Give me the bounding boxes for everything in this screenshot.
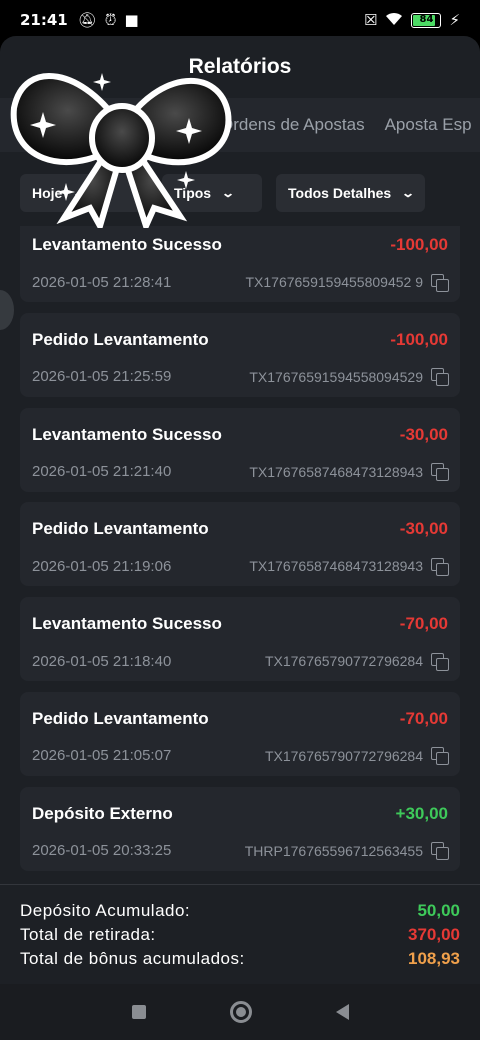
copy-icon[interactable] [431,463,449,482]
bow-sticker [10,72,232,228]
status-time: 21:41 [20,11,68,29]
video-camera-icon: ■ [124,10,139,29]
deposit-value: 50,00 [417,901,460,920]
recents-button[interactable] [131,1005,146,1019]
copy-icon[interactable] [431,747,449,766]
transaction-amount: +30,00 [395,803,448,823]
charging-icon: ⚡︎ [449,10,460,29]
transaction-amount: -100,00 [390,329,448,349]
deposit-label: Depósito Acumulado: [20,901,191,920]
bonus-value: 108,93 [408,949,460,968]
transaction-time: 2026-01-05 21:18:40 [32,652,172,670]
transaction-id: TX17676587468473128943 [249,558,423,575]
transaction-type: Pedido Levantamento [32,708,209,728]
summary-panel: Depósito Acumulado: 50,00 Total de retir… [0,884,480,984]
copy-icon[interactable] [431,273,449,292]
transaction-row-top: Pedido Levantamento -100,00 [32,327,448,353]
transaction-row-bottom: 2026-01-05 21:25:59 TX1767659159455809452… [32,367,449,387]
summary-row-withdraw: Total de retirada: 370,00 [20,923,460,947]
transaction-time: 2026-01-05 21:05:07 [32,747,172,765]
transaction-id-group: TX176765790772796284 [264,747,449,766]
transaction-card[interactable]: Pedido Levantamento -70,00 2026-01-05 21:0… [20,691,460,776]
system-nav-bar [0,984,480,1040]
transaction-card[interactable]: Pedido Levantamento -100,00 2026-01-05 21:… [20,312,460,397]
summary-row-bonus: Total de bônus acumulados: 108,93 [20,947,460,971]
copy-icon[interactable] [431,842,449,861]
transaction-type: Pedido Levantamento [32,519,209,539]
transaction-row-bottom: 2026-01-05 20:33:25 THRP17676559671256345… [32,841,449,861]
status-bar: 21:41 🔕︎ ⏰︎ ■ ☒ 84 ⚡︎ [0,0,480,40]
transaction-id: TX176765790772796284 [264,747,423,764]
transaction-row-top: Depósito Externo +30,00 [32,801,448,827]
transaction-row-top: Levantamento Sucesso -70,00 [32,611,448,637]
transaction-id-group: TX17676587468473128943 [249,557,449,576]
chevron-down-icon: ⌄ [401,186,416,200]
transaction-type: Levantamento Sucesso [32,424,222,444]
battery-icon: 84 [411,12,442,28]
transaction-time: 2026-01-05 21:25:59 [32,368,172,386]
transaction-id-group: THRP176765596712563455 [244,842,449,861]
status-left-icons: 🔕︎ ⏰︎ ■ [77,10,139,29]
transaction-row-bottom: 2026-01-05 21:19:06 TX1767658746847312894… [32,556,449,576]
transaction-id: TX17676591594558094529 [249,368,423,385]
transaction-time: 2026-01-05 21:19:06 [32,557,172,575]
transaction-time: 2026-01-05 21:21:40 [32,463,172,481]
transaction-id-group: TX1767659159455809452 9 [245,273,449,292]
back-button[interactable] [335,1004,349,1020]
transaction-row-bottom: 2026-01-05 21:21:40 TX1767658746847312894… [32,462,449,482]
transaction-card[interactable]: Depósito Externo +30,00 2026-01-05 20:33:2… [20,786,460,871]
wifi-icon [385,12,403,29]
transaction-row-top: Pedido Levantamento -30,00 [32,516,448,542]
transaction-card[interactable]: Levantamento Sucesso -100,00 2026-01-05 21… [20,226,460,302]
transaction-row-bottom: 2026-01-05 21:18:40 TX176765790772796284 [32,651,449,671]
copy-icon[interactable] [431,652,449,671]
transaction-type: Levantamento Sucesso [32,614,222,634]
transaction-amount: -70,00 [399,614,448,634]
withdraw-value: 370,00 [408,925,460,944]
status-right-icons: ☒ 84 ⚡︎ [364,12,460,29]
home-button[interactable] [229,1001,252,1023]
transaction-amount: -30,00 [399,519,448,539]
no-sim-icon: ☒ [364,10,378,29]
transaction-card[interactable]: Levantamento Sucesso -30,00 2026-01-05 21:… [20,407,460,492]
transaction-row-bottom: 2026-01-05 21:05:07 TX176765790772796284 [32,746,449,766]
transaction-list[interactable]: Levantamento Sucesso -100,00 2026-01-05 21… [20,226,460,920]
transaction-row-top: Levantamento Sucesso -100,00 [32,232,448,258]
details-filter-label: Todos Detalhes [288,185,392,201]
details-filter-dropdown[interactable]: Todos Detalhes ⌄ [276,174,426,212]
summary-row-deposit: Depósito Acumulado: 50,00 [20,899,460,923]
transaction-amount: -70,00 [399,708,448,728]
transaction-type: Pedido Levantamento [32,329,209,349]
transaction-card[interactable]: Levantamento Sucesso -70,00 2026-01-05 21:… [20,597,460,682]
transaction-card[interactable]: Pedido Levantamento -30,00 2026-01-05 21:1… [20,502,460,587]
withdraw-label: Total de retirada: [20,925,156,944]
transaction-row-bottom: 2026-01-05 21:28:41 TX1767659159455809452… [32,272,449,292]
transaction-type: Depósito Externo [32,803,173,823]
mute-bell-icon: 🔕︎ [77,10,97,29]
transaction-list-inner: Levantamento Sucesso -100,00 2026-01-05 21… [20,226,460,882]
transaction-time: 2026-01-05 21:28:41 [32,273,172,291]
transaction-type: Levantamento Sucesso [32,235,222,254]
copy-icon[interactable] [431,368,449,387]
transaction-row-top: Levantamento Sucesso -30,00 [32,422,448,448]
transaction-amount: -30,00 [399,424,448,444]
transaction-id: TX17676587468473128943 [249,463,423,480]
transaction-id: THRP176765596712563455 [244,842,423,859]
transaction-id: TX176765790772796284 [264,653,423,670]
battery-level: 84 [419,13,434,25]
transaction-id: TX1767659159455809452 9 [245,274,423,290]
tab-aposta-esp[interactable]: Aposta Esp [375,115,480,135]
copy-icon[interactable] [431,557,449,576]
transaction-id-group: TX17676591594558094529 [249,368,449,387]
transaction-row-top: Pedido Levantamento -70,00 [32,706,448,732]
transaction-id-group: TX176765790772796284 [264,652,449,671]
transaction-time: 2026-01-05 20:33:25 [32,842,172,860]
transaction-id-group: TX17676587468473128943 [249,463,449,482]
bonus-label: Total de bônus acumulados: [20,949,245,968]
transaction-amount: -100,00 [390,235,448,254]
alarm-icon: ⏰︎ [104,10,117,29]
